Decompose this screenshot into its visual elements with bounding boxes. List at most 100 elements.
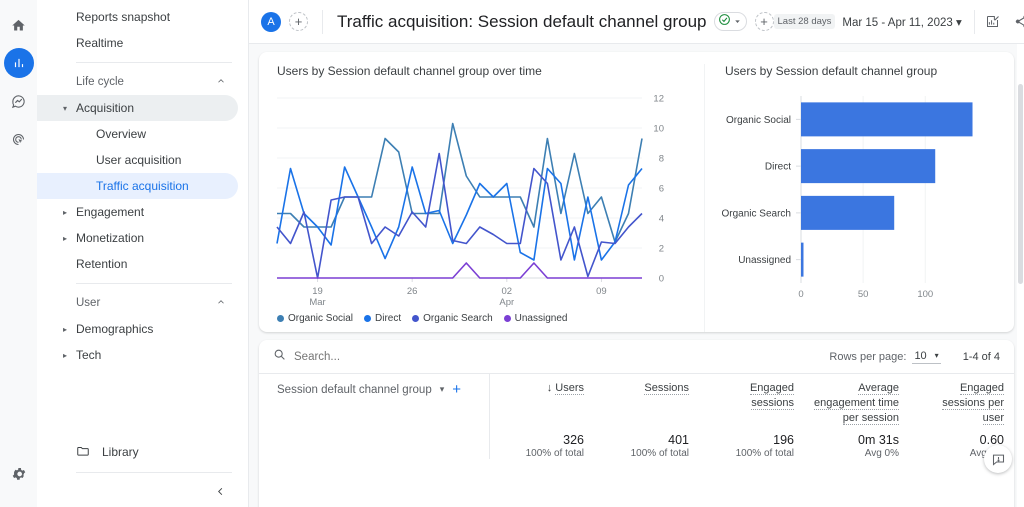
rows-per-page-value: 10	[914, 349, 927, 362]
legend-item[interactable]: Organic Search	[412, 313, 493, 324]
chevron-up-icon	[216, 76, 226, 89]
rows-per-page-select[interactable]: 10 ▾	[912, 349, 941, 364]
column-header-users[interactable]: ↓ Users	[489, 374, 594, 426]
data-table-card: Rows per page: 10 ▾ 1-4 of 4 Session def…	[259, 340, 1014, 507]
totals-dimension-cell	[259, 426, 490, 459]
sidebar-item-library[interactable]: Library	[37, 439, 248, 465]
edit-comparisons-icon[interactable]	[985, 14, 1000, 29]
column-header-sessions[interactable]: Sessions	[594, 374, 699, 426]
sidebar-divider-2	[76, 283, 232, 284]
metric-value: 0.60	[979, 433, 1004, 447]
sort-arrow-icon: ↓	[546, 382, 553, 394]
svg-text:0: 0	[798, 289, 803, 300]
scrollbar-thumb[interactable]	[1018, 84, 1023, 284]
sidebar-item-acquisition[interactable]: ▾ Acquisition	[37, 95, 238, 121]
sidebar-item-overview[interactable]: Overview	[37, 121, 238, 147]
sidebar-item-tech[interactable]: ▸ Tech	[37, 342, 238, 368]
chevron-down-icon: ▾	[439, 384, 445, 394]
reports-icon[interactable]	[3, 48, 34, 78]
sidebar-item-user-acquisition[interactable]: User acquisition	[37, 147, 238, 173]
report-table: Session default channel group ▾ + ↓ User…	[259, 374, 1014, 459]
add-segment-button[interactable]: +	[754, 12, 774, 31]
rows-per-page: Rows per page: 10 ▾	[829, 349, 941, 364]
explore-icon[interactable]	[4, 86, 34, 116]
status-badge[interactable]	[713, 12, 747, 31]
column-header-avg-engagement-time[interactable]: Average engagement time per session	[804, 374, 909, 426]
bar	[801, 149, 936, 184]
line-chart[interactable]: 02468101219Mar26 02Apr09	[267, 88, 687, 323]
svg-text:50: 50	[858, 289, 869, 300]
sidebar-item-demographics[interactable]: ▸ Demographics	[37, 316, 238, 342]
analytics-app: Reports snapshot Realtime Life cycle ▾ A…	[0, 0, 1024, 507]
sidebar-item-monetization[interactable]: ▸ Monetization	[37, 225, 238, 251]
legend-item[interactable]: Organic Social	[277, 313, 353, 324]
svg-text:19: 19	[312, 286, 323, 297]
sidebar-item-traffic-acquisition[interactable]: Traffic acquisition	[37, 173, 238, 199]
toolbar-divider	[322, 9, 323, 34]
sidebar-item-engagement[interactable]: ▸ Engagement	[37, 199, 238, 225]
metric-value: 401	[668, 433, 689, 447]
dimension-selector[interactable]: Session default channel group ▾ +	[269, 381, 479, 398]
svg-text:Direct: Direct	[765, 162, 791, 173]
add-dimension-button[interactable]: +	[452, 381, 461, 398]
search-input[interactable]	[294, 350, 534, 363]
legend-label: Direct	[375, 313, 402, 324]
share-icon[interactable]	[1014, 14, 1024, 29]
metric-value: 326	[563, 433, 584, 447]
bar-chart-panel: Users by Session default channel group 0…	[704, 64, 1014, 332]
date-range-selector[interactable]: Mar 15 - Apr 11, 2023 ▾	[842, 15, 961, 29]
sidebar-label: Overview	[96, 127, 147, 141]
table-header-row: Session default channel group ▾ + ↓ User…	[259, 374, 1014, 426]
column-label: Average engagement time per session	[814, 382, 899, 425]
legend-item[interactable]: Direct	[364, 313, 401, 324]
sidebar-item-realtime[interactable]: Realtime	[37, 30, 238, 56]
totals-cell-engaged-sessions: 196 100% of total	[699, 426, 804, 459]
line-series	[277, 122, 643, 243]
sidebar-divider-1	[76, 62, 232, 63]
settings-gear-icon[interactable]	[4, 459, 34, 489]
svg-text:Organic Social: Organic Social	[726, 115, 791, 126]
svg-text:8: 8	[659, 154, 664, 165]
line-series	[276, 152, 643, 279]
svg-text:6: 6	[659, 184, 664, 195]
legend-dot	[364, 315, 372, 322]
add-comparison-button[interactable]: +	[289, 12, 308, 31]
metric-subtext: Avg 0%	[864, 448, 899, 459]
column-header-engaged-sessions-per-user[interactable]: Engaged sessions per user	[909, 374, 1014, 426]
column-header-engaged-sessions[interactable]: Engaged sessions	[699, 374, 804, 426]
caret-right-icon: ▸	[63, 233, 68, 243]
sidebar-label: Library	[102, 445, 139, 459]
sidebar-section-label: Life cycle	[76, 76, 124, 88]
toolbar-divider-2	[973, 9, 975, 34]
check-circle-icon	[718, 13, 731, 31]
sidebar-label: Reports snapshot	[76, 10, 171, 24]
feedback-icon[interactable]	[984, 445, 1012, 473]
sidebar-section-life-cycle[interactable]: Life cycle	[37, 69, 248, 95]
bar-chart[interactable]: 0 50 100 Organic Social Direct Organic Search…	[713, 88, 993, 323]
sidebar-label: Traffic acquisition	[96, 179, 189, 193]
table-search[interactable]	[273, 348, 821, 366]
collapse-sidebar-button[interactable]	[215, 485, 226, 501]
svg-text:Unassigned: Unassigned	[738, 255, 791, 266]
line-chart-legend: Organic Social Direct Organic Search Una…	[277, 313, 567, 324]
sidebar-section-user[interactable]: User	[37, 290, 248, 316]
scrollbar-track[interactable]	[1017, 44, 1024, 507]
advertising-icon[interactable]	[4, 124, 34, 154]
sidebar-label: Acquisition	[76, 101, 135, 115]
legend-item[interactable]: Unassigned	[503, 313, 568, 324]
svg-text:100: 100	[917, 289, 933, 300]
sidebar-label: User acquisition	[96, 153, 182, 167]
caret-right-icon: ▸	[63, 207, 68, 217]
column-label: Sessions	[644, 382, 689, 395]
sidebar-item-reports-snapshot[interactable]: Reports snapshot	[37, 4, 238, 30]
caret-right-icon: ▸	[63, 350, 68, 360]
sidebar-item-retention[interactable]: Retention	[37, 251, 238, 277]
metric-value: 196	[773, 433, 794, 447]
bar-chart-title: Users by Session default channel group	[725, 64, 938, 78]
legend-dot	[412, 315, 420, 322]
home-icon[interactable]	[4, 10, 34, 40]
svg-text:09: 09	[596, 286, 607, 297]
avatar[interactable]: A	[261, 11, 281, 32]
legend-dot	[503, 315, 511, 322]
legend-label: Unassigned	[514, 313, 568, 324]
